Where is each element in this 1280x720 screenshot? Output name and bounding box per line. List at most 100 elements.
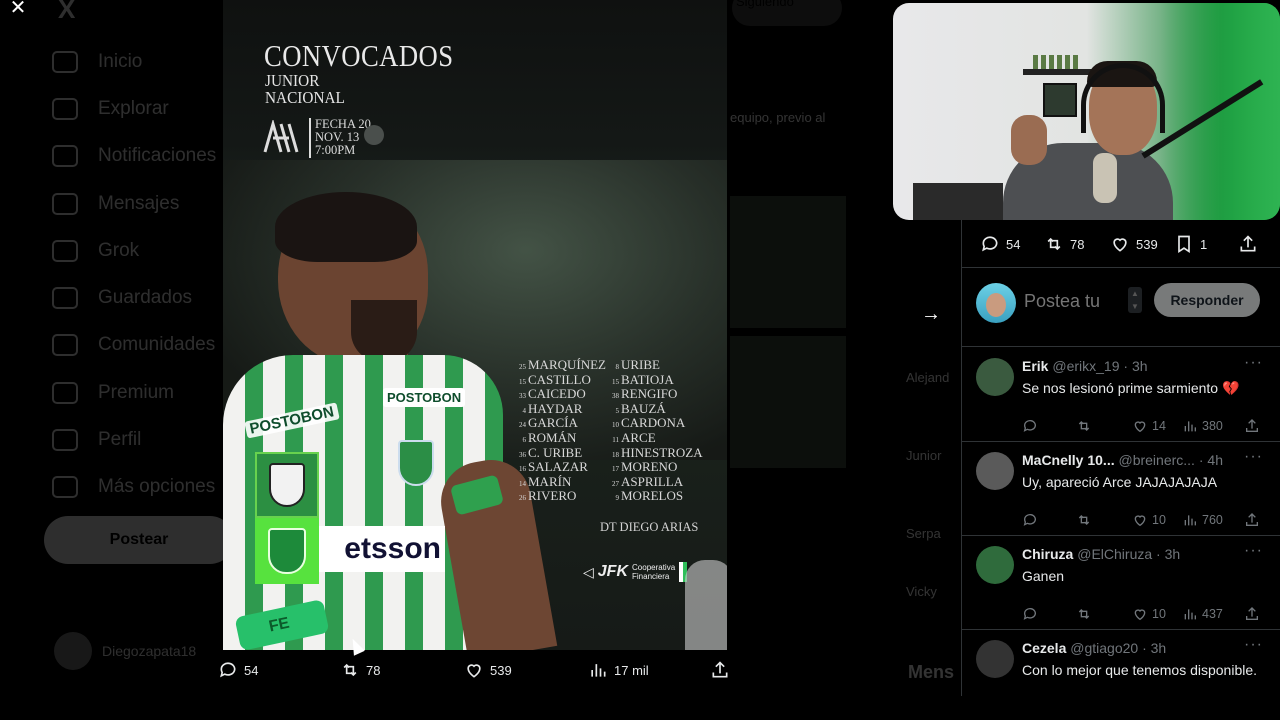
reply-meta: @erikx_19 · 3h bbox=[1052, 358, 1148, 374]
reply-author[interactable]: Chiruza @ElChiruza · 3h bbox=[1022, 546, 1180, 562]
more-options-icon[interactable]: ··· bbox=[1244, 542, 1263, 560]
player-name: CARDONA bbox=[621, 415, 686, 431]
next-arrow-button[interactable]: → bbox=[918, 302, 944, 328]
stat-bookmarks[interactable]: 1 bbox=[1174, 234, 1207, 254]
avatar[interactable] bbox=[976, 640, 1014, 678]
reply-like-button[interactable]: 10 bbox=[1132, 512, 1166, 528]
repost-icon bbox=[1078, 515, 1090, 525]
stat-likes[interactable]: 539 bbox=[1110, 234, 1158, 254]
roster-entry: 15 BATIOJA bbox=[603, 371, 703, 388]
more-options-icon[interactable]: ··· bbox=[1244, 354, 1263, 372]
reply-item: MaCnelly 10... @breinerc... · 4h ··· Uy, a… bbox=[962, 442, 1280, 536]
player-name: ASPRILLA bbox=[621, 473, 684, 489]
heart-icon bbox=[1134, 421, 1146, 433]
player-name: BATIOJA bbox=[621, 371, 674, 387]
player-name: ROMÁN bbox=[528, 429, 577, 445]
junior-shield-icon bbox=[269, 463, 305, 507]
reply-views-button[interactable]: 760 bbox=[1182, 512, 1223, 528]
share-button[interactable] bbox=[710, 660, 730, 680]
reply-author-name: Chiruza bbox=[1022, 546, 1074, 562]
player-name: SALAZAR bbox=[528, 459, 588, 475]
media-image[interactable]: CONVOCADOS JUNIOR NACIONAL FECHA 20 NOV.… bbox=[223, 0, 727, 650]
roster-left: 25 MARQUÍNEZ 15 CASTILLO 33 CAICEDO 4 HAYDAR 24 G… bbox=[510, 357, 606, 504]
avatar[interactable] bbox=[976, 546, 1014, 584]
sponsor-text: Cooperativa Financiera bbox=[632, 563, 676, 581]
reply-text: Con lo mejor que tenemos disponible. bbox=[1022, 662, 1258, 678]
player-name: MARÍN bbox=[528, 473, 572, 489]
roster-entry: 24 GARCÍA bbox=[510, 416, 606, 431]
sponsor-arrow-icon: ◁ bbox=[583, 563, 594, 580]
reply-submit-button[interactable]: Responder bbox=[1154, 283, 1260, 317]
avatar[interactable] bbox=[976, 452, 1014, 490]
repost-icon bbox=[1078, 421, 1090, 431]
close-button[interactable]: ✕ bbox=[5, 0, 31, 20]
composer-scroll-stepper[interactable]: ▲ ▼ bbox=[1128, 287, 1142, 313]
avatar[interactable] bbox=[976, 358, 1014, 396]
stat-reposts[interactable]: 78 bbox=[1044, 234, 1084, 254]
reply-repost-button[interactable] bbox=[1076, 512, 1096, 528]
reply-author[interactable]: Cezela @gtiago20 · 3h bbox=[1022, 640, 1166, 656]
reply-like-button[interactable]: 14 bbox=[1132, 418, 1166, 434]
bookmark-icon bbox=[52, 287, 78, 310]
junior-crest bbox=[255, 452, 319, 518]
stat-share[interactable] bbox=[1238, 234, 1258, 254]
reply-reply-button[interactable] bbox=[1022, 512, 1042, 528]
reply-author[interactable]: MaCnelly 10... @breinerc... · 4h bbox=[1022, 452, 1223, 468]
reply-views-count: 437 bbox=[1202, 607, 1223, 621]
reply-icon bbox=[1023, 420, 1036, 432]
reply-icon bbox=[220, 662, 236, 678]
reply-repost-button[interactable] bbox=[1076, 606, 1096, 622]
views-button[interactable]: 17 mil bbox=[588, 660, 649, 680]
club-crest-icon bbox=[263, 120, 299, 153]
player-name: MORENO bbox=[621, 459, 678, 475]
media-subtitle-1: JUNIOR bbox=[265, 71, 320, 90]
nav-item-comunidades: Comunidades bbox=[52, 322, 216, 369]
player-name: URIBE bbox=[621, 357, 660, 372]
coach-label: DT DIEGO ARIAS bbox=[600, 520, 699, 534]
repost-button[interactable]: 78 bbox=[340, 660, 380, 680]
roster-entry: 5 BAUZÁ bbox=[603, 401, 703, 417]
like-button[interactable]: 539 bbox=[464, 660, 512, 680]
wall-shelf bbox=[1023, 69, 1093, 75]
reply-share-button[interactable] bbox=[1244, 418, 1260, 434]
reply-handle: @erikx_19 bbox=[1052, 358, 1120, 374]
reply-item: Erik @erikx_19 · 3h ··· Se nos lesionó pri… bbox=[962, 348, 1280, 442]
decorative-dot bbox=[364, 125, 384, 145]
reply-time: 4h bbox=[1207, 452, 1223, 468]
profile-icon bbox=[52, 429, 78, 452]
bookmark-icon bbox=[1178, 235, 1190, 254]
background-name: Vicky bbox=[906, 584, 937, 599]
reply-repost-button[interactable] bbox=[1076, 418, 1096, 434]
reply-reply-button[interactable] bbox=[1022, 606, 1042, 622]
reply-share-button[interactable] bbox=[1244, 512, 1260, 528]
player-name: RENGIFO bbox=[621, 386, 678, 402]
reply-author[interactable]: Erik @erikx_19 · 3h bbox=[1022, 358, 1148, 374]
reply-handle: @ElChiruza bbox=[1077, 546, 1153, 562]
jersey-number: 9 bbox=[615, 494, 620, 503]
reply-button[interactable]: 54 bbox=[218, 660, 258, 680]
nacional-shield-icon bbox=[268, 528, 306, 574]
reply-text: Se nos lesionó prime sarmiento 💔 bbox=[1022, 380, 1240, 396]
x-premium-icon bbox=[52, 381, 78, 404]
reply-input[interactable] bbox=[1024, 287, 1134, 315]
nav-item-inicio: Inicio bbox=[52, 38, 216, 85]
roster-right: 8 URIBE 15 BATIOJA 38 RENGIFO 5 BAUZÁ 10 CARDONA 1… bbox=[603, 357, 703, 504]
reply-actions: 10 760 bbox=[1022, 512, 1262, 530]
more-options-icon[interactable]: ··· bbox=[1244, 448, 1263, 466]
home-icon bbox=[52, 50, 78, 73]
nav-item-notificaciones: Notificaciones bbox=[52, 133, 216, 180]
reply-share-button[interactable] bbox=[1244, 606, 1260, 622]
reply-views-button[interactable]: 380 bbox=[1182, 418, 1223, 434]
roster-entry: 9 MORELOS bbox=[603, 489, 703, 504]
more-options-icon[interactable]: ··· bbox=[1244, 636, 1263, 654]
search-icon bbox=[52, 97, 78, 120]
reply-like-button[interactable]: 10 bbox=[1132, 606, 1166, 622]
shirt-sponsor-right: POSTOBON bbox=[383, 388, 466, 407]
stat-replies[interactable]: 54 bbox=[980, 234, 1020, 254]
player-beard bbox=[351, 300, 417, 362]
community-icon bbox=[52, 334, 78, 357]
background-name: Alejand bbox=[906, 370, 950, 385]
reply-reply-button[interactable] bbox=[1022, 418, 1042, 434]
reply-views-button[interactable]: 437 bbox=[1182, 606, 1223, 622]
player-name: HINESTROZA bbox=[621, 444, 703, 460]
